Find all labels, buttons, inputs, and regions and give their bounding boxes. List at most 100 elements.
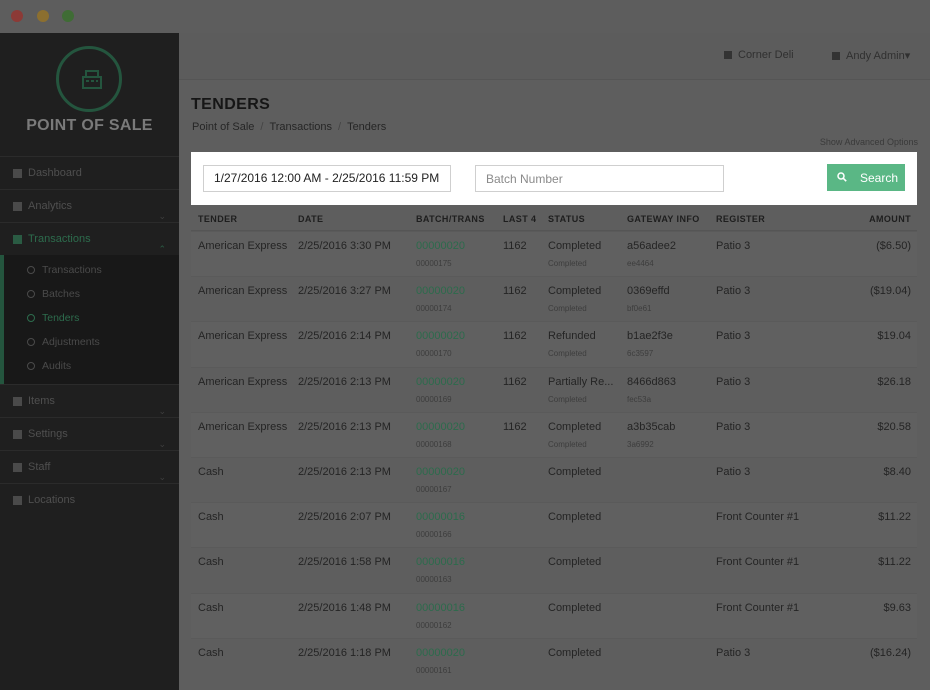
trans-number: 00000167	[416, 484, 452, 494]
sidebar-item-items[interactable]: Items ⌄	[0, 384, 179, 417]
sidebar-item-dashboard[interactable]: Dashboard	[0, 156, 179, 189]
submenu-item-audits[interactable]: Audits	[4, 354, 179, 378]
trans-number: 00000166	[416, 530, 452, 540]
table-row[interactable]: American Express 2/25/2016 2:13 PM 0000002…	[191, 366, 917, 412]
register-cell: Patio 3	[716, 420, 751, 433]
batch-link[interactable]: 00000020	[416, 421, 465, 433]
search-button-label: Search	[860, 170, 899, 185]
submenu-item-tenders[interactable]: Tenders	[4, 306, 179, 330]
register-cell: Front Counter #1	[716, 601, 800, 614]
sidebar-item-staff[interactable]: Staff ⌄	[0, 450, 179, 483]
tenders-table: TENDER DATE BATCH/TRANS LAST 4 STATUS GA…	[191, 208, 917, 683]
sidebar-item-label: Staff	[28, 461, 51, 473]
search-button[interactable]: Search	[827, 164, 905, 191]
sidebar-item-label: Items	[28, 395, 55, 407]
minimize-window-button[interactable]	[37, 10, 49, 22]
table-row[interactable]: Cash 2/25/2016 1:18 PM 00000020 Completed Pa…	[191, 637, 917, 683]
breadcrumb-transactions[interactable]: Transactions	[269, 121, 332, 133]
table-row[interactable]: American Express 2/25/2016 2:14 PM 0000002…	[191, 321, 917, 367]
tender-cell: American Express	[198, 240, 288, 252]
dashboard-icon	[13, 169, 22, 178]
table-row[interactable]: Cash 2/25/2016 2:07 PM 00000016 Completed Fr…	[191, 502, 917, 548]
trans-number: 00000162	[416, 620, 452, 630]
status-sub: Completed	[548, 259, 587, 268]
amount-cell: $20.58	[877, 420, 911, 433]
gateway-cell: 0369effd	[627, 285, 670, 298]
status-cell: Partially Re...	[548, 375, 614, 388]
tender-cell: Cash	[198, 556, 224, 569]
search-panel: 1/27/2016 12:00 AM - 2/25/2016 11:59 PM …	[191, 152, 917, 205]
column-header-batch-trans[interactable]: BATCH/TRANS	[416, 214, 485, 224]
sidebar-item-settings[interactable]: Settings ⌄	[0, 417, 179, 450]
sidebar-item-label: Dashboard	[28, 167, 82, 179]
user-icon	[832, 52, 840, 60]
close-window-button[interactable]	[11, 10, 23, 22]
table-row[interactable]: American Express 2/25/2016 3:30 PM 0000002…	[191, 231, 917, 277]
last4-cell: 1162	[503, 375, 527, 388]
submenu-item-batches[interactable]: Batches	[4, 282, 179, 306]
date-cell: 2/25/2016 1:48 PM	[298, 601, 391, 614]
table-row[interactable]: Cash 2/25/2016 1:58 PM 00000016 Completed Fr…	[191, 547, 917, 592]
batch-link[interactable]: 00000020	[416, 647, 465, 659]
date-cell: 2/25/2016 3:27 PM	[298, 285, 391, 298]
column-header-amount[interactable]: AMOUNT	[869, 214, 911, 224]
users-icon	[13, 463, 22, 472]
breadcrumb-separator: /	[260, 121, 264, 133]
last4-cell: 1162	[503, 330, 527, 343]
table-row[interactable]: Cash 2/25/2016 1:48 PM 00000016 Completed Fr…	[191, 592, 917, 638]
register-cell: Patio 3	[716, 646, 751, 659]
batch-link[interactable]: 00000020	[416, 466, 465, 478]
sidebar-item-analytics[interactable]: Analytics ⌄	[0, 189, 179, 222]
batch-link[interactable]: 00000016	[416, 602, 465, 614]
status-cell: Completed	[548, 465, 602, 478]
submenu-item-transactions[interactable]: Transactions	[4, 258, 179, 282]
breadcrumb: Point of Sale / Transactions / Tenders	[192, 121, 386, 133]
date-cell: 2/25/2016 1:18 PM	[298, 646, 391, 659]
submenu-item-label: Batches	[42, 288, 80, 300]
date-cell: 2/25/2016 3:30 PM	[298, 240, 391, 252]
date-cell: 2/25/2016 2:07 PM	[298, 511, 391, 524]
batch-number-input[interactable]	[475, 165, 724, 192]
status-sub: Completed	[548, 304, 587, 314]
cart-icon	[13, 397, 22, 406]
batch-link[interactable]: 00000020	[416, 330, 465, 342]
register-cell: Patio 3	[716, 375, 751, 388]
table-row[interactable]: Cash 2/25/2016 2:13 PM 00000020 Completed Pa…	[191, 456, 917, 502]
batch-link[interactable]: 00000020	[416, 240, 465, 252]
date-range-picker[interactable]: 1/27/2016 12:00 AM - 2/25/2016 11:59 PM	[203, 165, 451, 192]
tender-cell: Cash	[198, 601, 224, 614]
column-header-date[interactable]: DATE	[298, 214, 323, 224]
table-row[interactable]: American Express 2/25/2016 2:13 PM 0000002…	[191, 411, 917, 457]
amount-cell: $26.18	[877, 375, 911, 388]
breadcrumb-point-of-sale[interactable]: Point of Sale	[192, 121, 254, 133]
trans-number: 00000170	[416, 349, 452, 359]
gateway-cell: 8466d863	[627, 375, 676, 388]
register-cell: Patio 3	[716, 465, 751, 478]
maximize-window-button[interactable]	[62, 10, 74, 22]
trans-number: 00000161	[416, 665, 452, 675]
table-row[interactable]: American Express 2/25/2016 3:27 PM 0000002…	[191, 276, 917, 321]
status-sub: Completed	[548, 394, 587, 404]
table-body: American Express 2/25/2016 3:30 PM 0000002…	[191, 231, 917, 683]
cash-register-logo-icon	[56, 46, 122, 112]
column-header-register[interactable]: REGISTER	[716, 214, 765, 224]
show-advanced-options-link[interactable]: Show Advanced Options	[820, 137, 918, 147]
batch-link[interactable]: 00000016	[416, 556, 465, 568]
batch-link[interactable]: 00000020	[416, 285, 465, 297]
batch-link[interactable]: 00000020	[416, 376, 465, 388]
column-header-gateway-info[interactable]: GATEWAY INFO	[627, 214, 700, 224]
batch-link[interactable]: 00000016	[416, 511, 465, 523]
tender-cell: American Express	[198, 285, 288, 298]
tender-cell: American Express	[198, 330, 288, 343]
column-header-status[interactable]: STATUS	[548, 214, 585, 224]
column-header-last-4[interactable]: LAST 4	[503, 214, 536, 224]
sidebar-item-locations[interactable]: Locations	[0, 483, 179, 516]
date-cell: 2/25/2016 2:14 PM	[298, 330, 391, 343]
app-logo-text: POINT OF SALE	[26, 117, 153, 134]
column-header-tender[interactable]: TENDER	[198, 214, 237, 224]
sidebar-item-transactions[interactable]: Transactions ⌃	[0, 222, 179, 255]
user-menu[interactable]: Andy Admin▾	[832, 49, 910, 62]
submenu-item-adjustments[interactable]: Adjustments	[4, 330, 179, 354]
date-cell: 2/25/2016 2:13 PM	[298, 375, 391, 388]
store-selector[interactable]: Corner Deli	[724, 49, 794, 61]
